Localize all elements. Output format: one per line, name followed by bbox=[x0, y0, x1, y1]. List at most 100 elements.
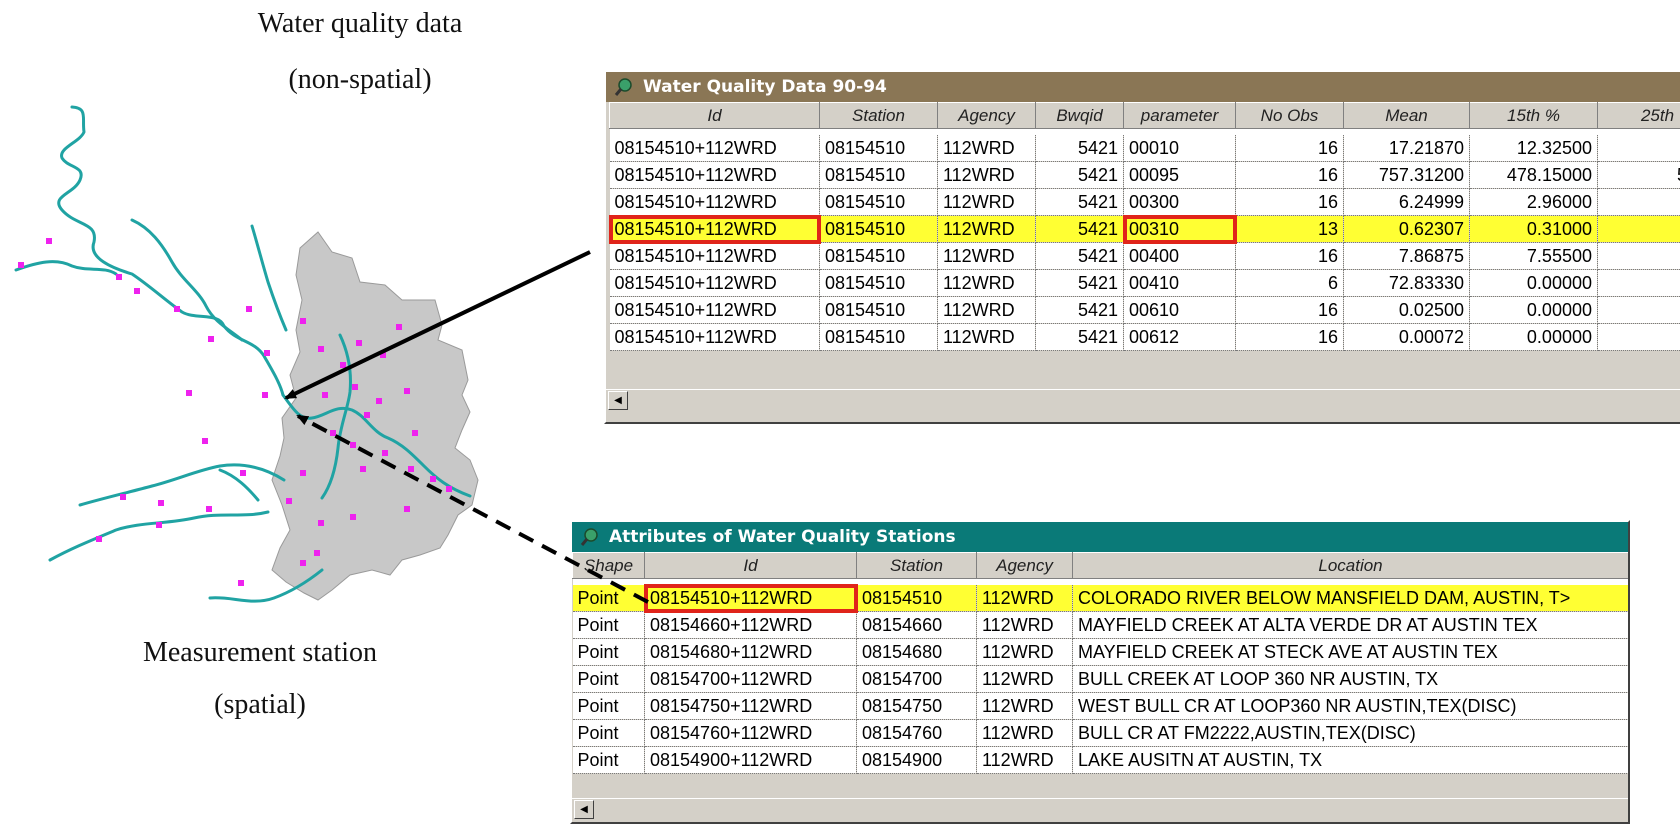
table-cell[interactable]: 0.00000 bbox=[1469, 296, 1598, 324]
table-cell[interactable]: 6 bbox=[1235, 269, 1344, 297]
table-cell[interactable]: 08154510 bbox=[819, 161, 938, 189]
table-cell[interactable]: 08154510 bbox=[819, 215, 938, 243]
scroll-left-arrow-icon[interactable]: ◀ bbox=[574, 800, 594, 819]
window1-col-header[interactable]: parameter bbox=[1123, 102, 1236, 129]
table-cell[interactable]: 00095 bbox=[1123, 161, 1236, 189]
table-cell[interactable]: 08154900 bbox=[856, 746, 977, 774]
table-cell[interactable]: 112WRD bbox=[976, 638, 1073, 666]
table-cell[interactable]: COLORADO RIVER BELOW MANSFIELD DAM, AUST… bbox=[1072, 585, 1628, 612]
table-cell[interactable]: Point bbox=[572, 665, 645, 693]
table-cell[interactable]: 08154680+112WRD bbox=[644, 638, 857, 666]
station-attributes-table[interactable]: Shape Id Station Agency Location Point 081545… bbox=[572, 552, 1628, 774]
table-cell[interactable]: 16 bbox=[1235, 323, 1344, 351]
table-cell[interactable]: 13 bbox=[1235, 215, 1344, 243]
table-cell[interactable]: 08154510+112WRD bbox=[609, 188, 820, 216]
window2-col-header[interactable]: Id bbox=[644, 552, 857, 579]
table-cell[interactable]: 112WRD bbox=[976, 665, 1073, 693]
table-row[interactable]: 08154510+112WRD 08154510 112WRD 5421 00400 16… bbox=[609, 242, 1680, 270]
table-cell[interactable]: 112WRD bbox=[937, 135, 1036, 162]
table-cell[interactable]: 16 bbox=[1235, 135, 1344, 162]
window2-col-header[interactable]: Shape bbox=[572, 552, 645, 579]
table-cell[interactable]: 08154900+112WRD bbox=[644, 746, 857, 774]
window2-col-header[interactable]: Location bbox=[1072, 552, 1628, 579]
table-cell[interactable]: 08154510 bbox=[856, 585, 977, 612]
window2-body[interactable]: Point 08154510+112WRD 08154510 112WRD COLORA… bbox=[572, 578, 1628, 774]
table-row[interactable]: Point 08154750+112WRD 08154750 112WRD WEST B… bbox=[572, 692, 1628, 720]
table-cell[interactable]: 08154510+112WRD bbox=[609, 269, 820, 297]
station-attributes-window[interactable]: Attributes of Water Quality Stations Sha… bbox=[570, 520, 1630, 824]
table-cell[interactable]: 08154700 bbox=[856, 665, 977, 693]
table-cell[interactable]: 08154510+112WRD bbox=[609, 135, 820, 162]
table-cell[interactable]: LAKE AUSITN AT AUSTIN, TX bbox=[1072, 746, 1628, 774]
table-cell[interactable]: 5421 bbox=[1035, 269, 1124, 297]
table-cell[interactable]: MAYFIELD CREEK AT ALTA VERDE DR AT AUSTI… bbox=[1072, 611, 1628, 639]
table-cell[interactable]: 00410 bbox=[1123, 269, 1236, 297]
table-cell[interactable]: Point bbox=[572, 611, 645, 639]
table-row[interactable]: Point 08154900+112WRD 08154900 112WRD LAKE A… bbox=[572, 746, 1628, 774]
table-cell[interactable]: 08154510+112WRD bbox=[643, 584, 858, 613]
table-cell[interactable]: 757.31200 bbox=[1343, 161, 1470, 189]
table-cell[interactable]: 112WRD bbox=[937, 188, 1036, 216]
window1-col-header[interactable]: No Obs bbox=[1235, 102, 1344, 129]
scroll-left-arrow-icon[interactable]: ◀ bbox=[608, 391, 628, 410]
window1-col-header[interactable]: Bwqid bbox=[1035, 102, 1124, 129]
window1-col-header[interactable]: Id bbox=[609, 102, 820, 129]
table-cell[interactable]: Point bbox=[572, 585, 645, 612]
table-cell[interactable]: 112WRD bbox=[937, 161, 1036, 189]
table-row[interactable]: Point 08154510+112WRD 08154510 112WRD COLORA… bbox=[572, 584, 1628, 613]
table-cell[interactable]: 08154510 bbox=[819, 242, 938, 270]
table-cell[interactable]: 00010 bbox=[1123, 135, 1236, 162]
table-cell[interactable]: 0.02500 bbox=[1343, 296, 1470, 324]
table-cell[interactable]: 72.83330 bbox=[1343, 269, 1470, 297]
table-cell[interactable]: 0. bbox=[1597, 323, 1680, 351]
water-quality-table[interactable]: Id Station Agency Bwqid parameter No Obs Mean 1… bbox=[608, 102, 1680, 351]
table-cell[interactable]: 17.21870 bbox=[1343, 135, 1470, 162]
table-cell[interactable]: BULL CREEK AT LOOP 360 NR AUSTIN, TX bbox=[1072, 665, 1628, 693]
table-cell[interactable]: 00310 bbox=[1122, 214, 1237, 244]
table-cell[interactable]: Point bbox=[572, 746, 645, 774]
table-row[interactable]: Point 08154700+112WRD 08154700 112WRD BULL C… bbox=[572, 665, 1628, 693]
table-cell[interactable]: 08154510 bbox=[819, 188, 938, 216]
table-row[interactable]: 08154510+112WRD 08154510 112WRD 5421 00610 16… bbox=[609, 296, 1680, 324]
window1-col-header[interactable]: 25th bbox=[1597, 102, 1680, 129]
table-cell[interactable]: WEST BULL CR AT LOOP360 NR AUSTIN,TEX(DI… bbox=[1072, 692, 1628, 720]
table-cell[interactable]: BULL CR AT FM2222,AUSTIN,TEX(DISC) bbox=[1072, 719, 1628, 747]
table-cell[interactable]: 0.00000 bbox=[1469, 323, 1598, 351]
table-cell[interactable]: 16 bbox=[1235, 188, 1344, 216]
table-cell[interactable]: 16 bbox=[1235, 296, 1344, 324]
table-cell[interactable]: 08154660 bbox=[856, 611, 977, 639]
window2-horizontal-scrollbar[interactable]: ◀ bbox=[572, 798, 1628, 819]
table-cell[interactable]: 08154510 bbox=[819, 296, 938, 324]
table-cell[interactable]: 112WRD bbox=[937, 242, 1036, 270]
table-cell[interactable]: 112WRD bbox=[976, 611, 1073, 639]
window1-titlebar[interactable]: Water Quality Data 90-94 bbox=[606, 72, 1680, 102]
table-cell[interactable]: 5421 bbox=[1035, 188, 1124, 216]
table-cell[interactable]: 00610 bbox=[1123, 296, 1236, 324]
table-cell[interactable]: Point bbox=[572, 719, 645, 747]
table-cell[interactable]: 6.24999 bbox=[1343, 188, 1470, 216]
table-cell[interactable]: 515. bbox=[1597, 161, 1680, 189]
window1-col-header[interactable]: Station bbox=[819, 102, 938, 129]
window1-body[interactable]: 08154510+112WRD 08154510 112WRD 5421 00010 16… bbox=[608, 128, 1680, 351]
table-cell[interactable]: 5421 bbox=[1035, 323, 1124, 351]
table-row[interactable]: 08154510+112WRD 08154510 112WRD 5421 00410 6 7… bbox=[609, 269, 1680, 297]
table-cell[interactable]: 478.15000 bbox=[1469, 161, 1598, 189]
table-cell[interactable]: Point bbox=[572, 638, 645, 666]
table-cell[interactable]: 3. bbox=[1597, 188, 1680, 216]
table-cell[interactable]: 112WRD bbox=[976, 692, 1073, 720]
table-cell[interactable]: 5421 bbox=[1035, 242, 1124, 270]
table-cell[interactable]: 7. bbox=[1597, 242, 1680, 270]
table-cell[interactable]: 08154510+112WRD bbox=[609, 161, 820, 189]
water-quality-data-window[interactable]: Water Quality Data 90-94 Id Station Agency… bbox=[604, 70, 1680, 424]
table-row[interactable]: Point 08154680+112WRD 08154680 112WRD MAYFIE… bbox=[572, 638, 1628, 666]
table-cell[interactable]: 2.96000 bbox=[1469, 188, 1598, 216]
table-cell[interactable]: 0. bbox=[1597, 269, 1680, 297]
table-cell[interactable]: 00400 bbox=[1123, 242, 1236, 270]
table-cell[interactable]: 0.00000 bbox=[1469, 269, 1598, 297]
table-cell[interactable]: 08154510+112WRD bbox=[609, 323, 820, 351]
table-cell[interactable]: 08154700+112WRD bbox=[644, 665, 857, 693]
window1-col-header[interactable]: Mean bbox=[1343, 102, 1470, 129]
window2-col-header[interactable]: Station bbox=[856, 552, 977, 579]
window1-horizontal-scrollbar[interactable]: ◀ bbox=[606, 389, 1680, 410]
table-cell[interactable]: 7.86875 bbox=[1343, 242, 1470, 270]
